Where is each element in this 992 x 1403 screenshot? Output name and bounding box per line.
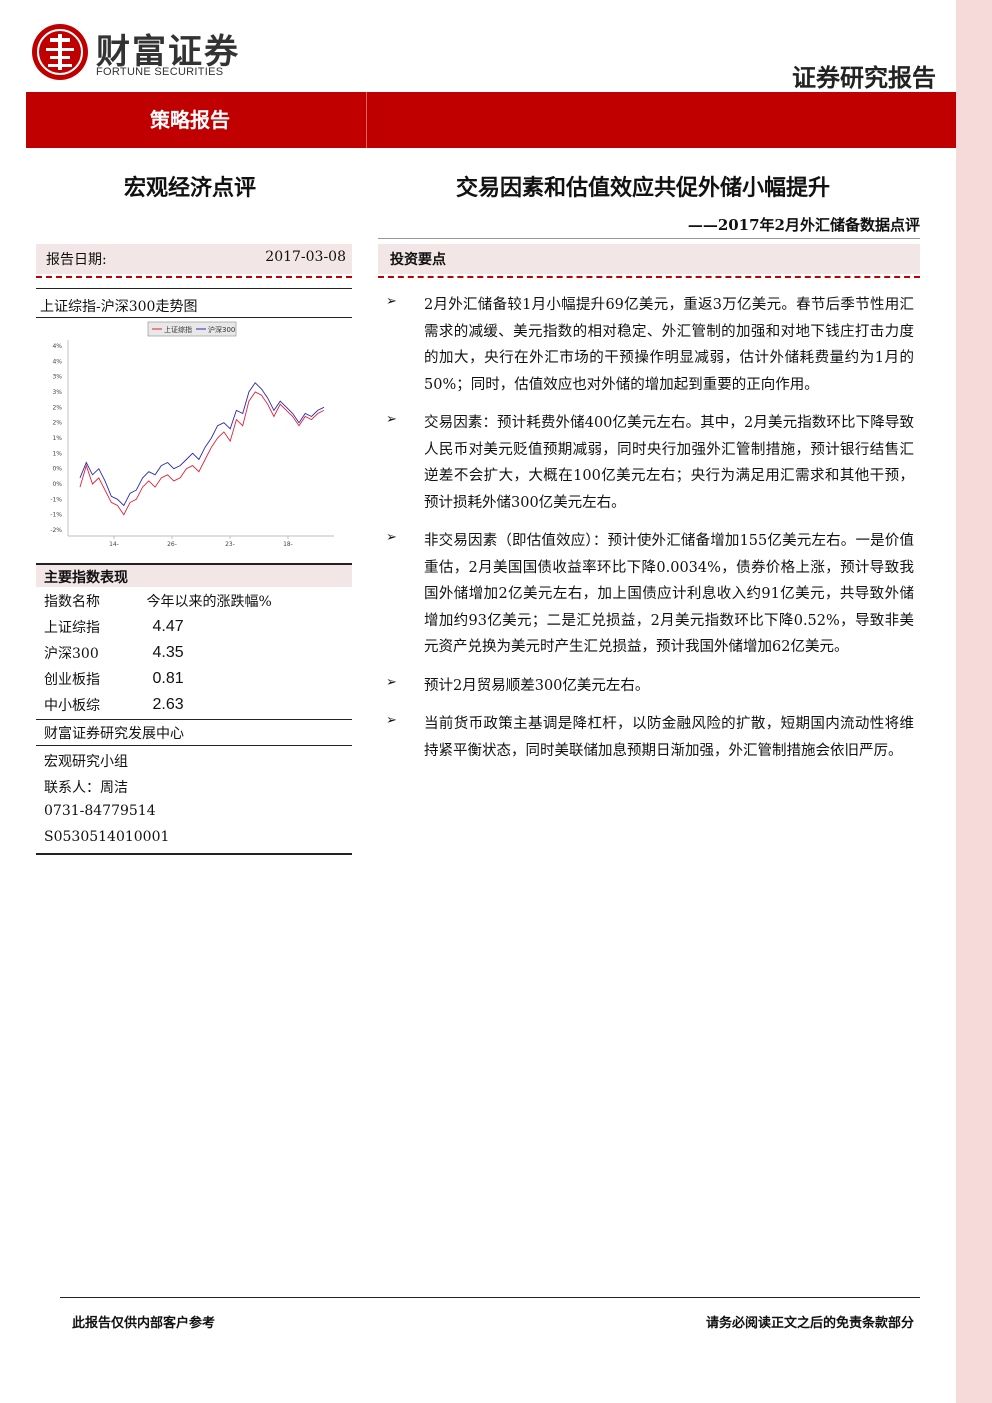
- x-tick-label: 23-: [225, 541, 235, 548]
- research-group: 宏观研究小组: [44, 754, 128, 770]
- y-tick-label: -1%: [50, 496, 62, 503]
- bullet-arrow-icon: ➢: [386, 713, 397, 728]
- chart-title: 上证综指-沪深300走势图: [40, 299, 198, 315]
- index-name: 沪深300: [44, 646, 99, 662]
- index-name: 中小板综: [44, 698, 100, 714]
- table-header-row: 指数名称 今年以来的涨跌幅%: [36, 588, 352, 614]
- research-center-name: 财富证券研究发展中心: [44, 726, 184, 742]
- col-index-name: 指数名称: [44, 594, 100, 610]
- research-center-rule: [36, 745, 352, 746]
- bullet-arrow-icon: ➢: [386, 530, 397, 545]
- table-row: 沪深300 4.35: [36, 640, 352, 666]
- table-row: 中小板综 2.63: [36, 692, 352, 718]
- legend-label-sse: 上证综指: [164, 325, 192, 334]
- y-tick-label: -2%: [50, 527, 62, 534]
- x-tick-label: 14-: [109, 541, 119, 548]
- contact-bottom-rule: [36, 853, 352, 855]
- col-ytd-change: 今年以来的涨跌幅%: [146, 594, 272, 610]
- table-bottom-rule: [36, 719, 352, 720]
- x-tick-label: 18-: [283, 541, 293, 548]
- bullet-text: 非交易因素（即估值效应）：预计使外汇储备增加155亿美元左右。一是价值重估，2月…: [424, 533, 914, 655]
- index-value: 4.35: [152, 644, 184, 661]
- header-band: 策略报告: [26, 92, 956, 148]
- y-tick-label: 2%: [52, 420, 62, 427]
- key-points-list: ➢ 2月外汇储备较1月小幅提升69亿美元，重返3万亿美元。春节后季节性用汇需求的…: [386, 292, 914, 776]
- footer-disclaimer: 请务必阅读正文之后的免责条款部分: [705, 1316, 914, 1331]
- index-name: 创业板指: [44, 672, 100, 688]
- divider-left: [36, 288, 352, 289]
- report-type-label: 策略报告: [150, 108, 230, 132]
- band-divider: [366, 92, 367, 148]
- bullet-arrow-icon: ➢: [386, 674, 397, 690]
- key-points-header: 投资要点: [378, 244, 920, 274]
- brand-name-en: FORTUNE SECURITIES: [96, 66, 224, 78]
- report-subtitle: ——2017年2月外汇储备数据点评: [687, 216, 920, 234]
- table-row: 创业板指 0.81: [36, 666, 352, 692]
- list-item: ➢ 当前货币政策主基调是降杠杆，以防金融风险的扩散，短期国内流动性将维持紧平衡状…: [386, 711, 914, 764]
- y-tick-label: 3%: [52, 389, 62, 396]
- document-type: 证券研究报告: [792, 63, 936, 92]
- list-item: ➢ 交易因素：预计耗费外储400亿美元左右。其中，2月美元指数环比下降导致人民币…: [386, 410, 914, 516]
- x-tick-label: 26-: [167, 541, 177, 548]
- index-value: 0.81: [152, 670, 184, 687]
- index-performance-header: 主要指数表现: [36, 563, 352, 587]
- table-row: 上证综指 4.47: [36, 614, 352, 640]
- key-points-title: 投资要点: [390, 252, 446, 268]
- chart-legend: 上证综指 沪深300: [147, 321, 237, 337]
- list-item: ➢ 非交易因素（即估值效应）：预计使外汇储备增加155亿美元左右。一是价值重估，…: [386, 528, 914, 661]
- y-tick-label: 0%: [52, 481, 62, 488]
- legend-label-csi300: 沪深300: [208, 325, 235, 334]
- dashed-divider-left: [36, 276, 352, 278]
- y-tick-label: 4%: [52, 343, 62, 350]
- list-item: ➢ 预计2月贸易顺差300亿美元左右。: [386, 673, 914, 700]
- index-value: 2.63: [152, 696, 184, 713]
- index-value: 4.47: [152, 618, 184, 635]
- contact-license: S0530514010001: [44, 829, 170, 845]
- report-title: 交易因素和估值效应共促外储小幅提升: [456, 175, 831, 201]
- y-tick-label: 3%: [52, 374, 62, 381]
- bullet-text: 当前货币政策主基调是降杠杆，以防金融风险的扩散，短期国内流动性将维持紧平衡状态，…: [424, 716, 914, 759]
- list-item: ➢ 2月外汇储备较1月小幅提升69亿美元，重返3万亿美元。春节后季节性用汇需求的…: [386, 292, 914, 398]
- bullet-text: 交易因素：预计耗费外储400亿美元左右。其中，2月美元指数环比下降导致人民币对美…: [424, 415, 914, 511]
- footer-note: 此报告仅供内部客户参考: [72, 1316, 216, 1331]
- contact-phone: 0731-84779514: [44, 803, 156, 819]
- index-trend-chart: 上证综指 沪深300 4% 4% 3% 3% 2% 2% 1% 1% 0% 0% -1% -1% -2%…: [50, 321, 334, 548]
- series-line-csi-300: [79, 382, 325, 507]
- y-tick-label: 1%: [52, 435, 62, 442]
- report-date-value: 2017-03-08: [265, 249, 346, 265]
- report-date-label: 报告日期:: [46, 252, 107, 268]
- contact-person: 联系人：周洁: [44, 780, 128, 796]
- index-performance-title: 主要指数表现: [44, 570, 128, 586]
- dashed-divider-right: [378, 276, 920, 278]
- y-tick-label: 0%: [52, 466, 62, 473]
- subtitle-underline: [378, 238, 920, 239]
- page-side-strip: [956, 0, 992, 1403]
- bullet-arrow-icon: ➢: [386, 412, 397, 427]
- y-tick-label: 4%: [52, 358, 62, 365]
- fortune-securities-logo-icon: [32, 24, 88, 80]
- bullet-arrow-icon: ➢: [386, 294, 397, 309]
- index-name: 上证综指: [44, 620, 100, 636]
- footer-rule: [60, 1297, 920, 1298]
- bullet-text: 2月外汇储备较1月小幅提升69亿美元，重返3万亿美元。春节后季节性用汇需求的减缓…: [424, 297, 914, 393]
- report-date-row: 报告日期: 2017-03-08: [36, 244, 352, 274]
- y-tick-label: 1%: [52, 450, 62, 457]
- y-tick-label: 2%: [52, 404, 62, 411]
- y-tick-label: -1%: [50, 512, 62, 519]
- bullet-text: 预计2月贸易顺差300亿美元左右。: [424, 677, 650, 694]
- index-performance-table: 指数名称 今年以来的涨跌幅% 上证综指 4.47 沪深300 4.35 创业板指…: [36, 588, 352, 718]
- section-title: 宏观经济点评: [124, 175, 257, 201]
